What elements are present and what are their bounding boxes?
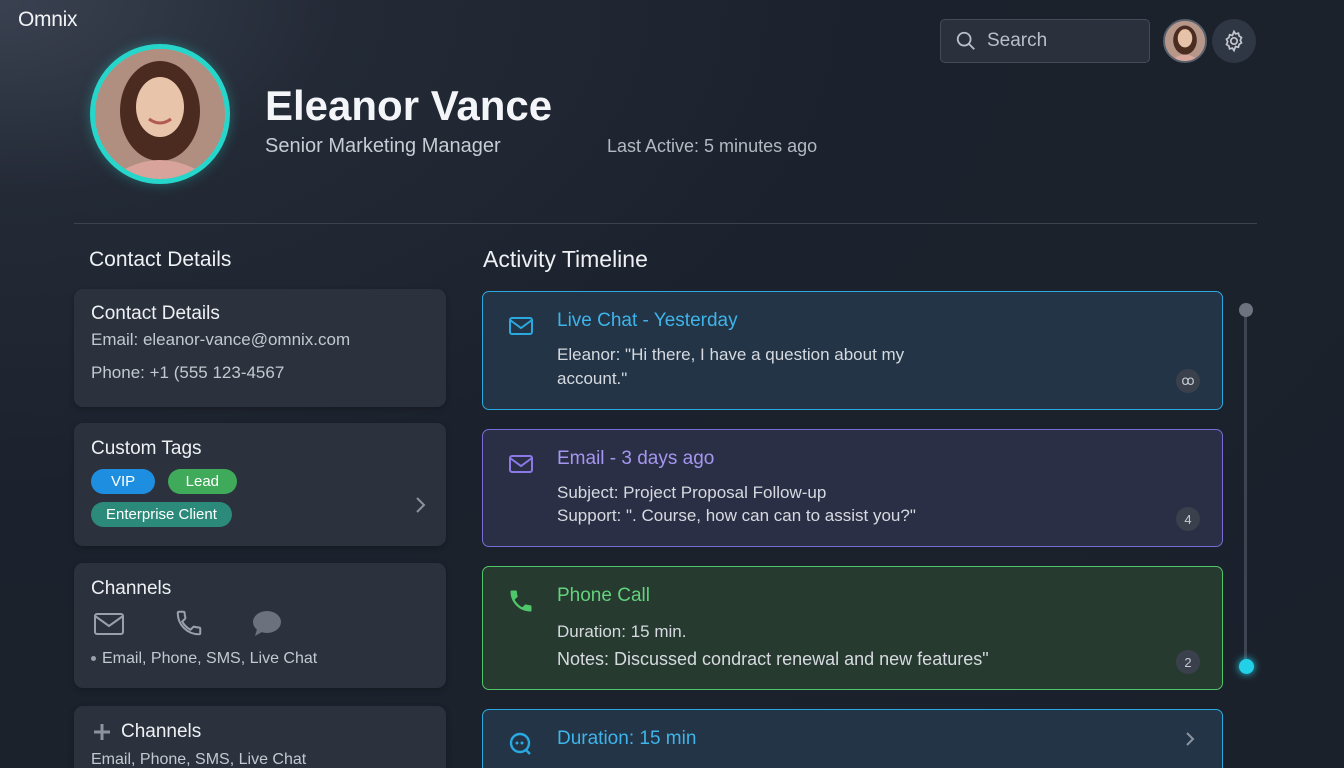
profile-role: Senior Marketing Manager xyxy=(265,135,501,157)
custom-tags-title: Custom Tags xyxy=(91,438,202,459)
avatar-portrait-icon xyxy=(1165,21,1205,61)
profile-portrait-icon xyxy=(95,49,225,179)
gear-icon xyxy=(1225,29,1243,53)
header-divider xyxy=(74,223,1257,224)
plus-icon xyxy=(94,724,110,740)
timeline-item-title: Email - 3 days ago xyxy=(557,448,715,469)
search-input[interactable] xyxy=(987,30,1137,52)
custom-tags-card[interactable]: Custom Tags VIP Lead Enterprise Client xyxy=(74,423,446,546)
timeline-title: Activity Timeline xyxy=(483,246,648,272)
mail-icon xyxy=(509,317,533,335)
profile-name: Eleanor Vance xyxy=(265,82,553,129)
scrollbar-thumb[interactable] xyxy=(1239,659,1254,674)
tag-enterprise-client[interactable]: Enterprise Client xyxy=(91,502,232,527)
timeline-item-text: account." xyxy=(557,369,628,388)
bullet-dot xyxy=(91,656,96,662)
timeline-item-text: Eleanor: "Hi there, I have a question ab… xyxy=(557,345,905,364)
app-logo[interactable]: Omnix xyxy=(18,8,77,32)
contact-phone[interactable]: Phone: +1 (555 123-4567 xyxy=(91,363,429,383)
mail-icon[interactable] xyxy=(93,612,125,636)
scrollbar-top-handle[interactable] xyxy=(1239,303,1253,317)
tag-lead[interactable]: Lead xyxy=(167,469,238,494)
contact-details-card: Contact Details Email: eleanor-vance@omn… xyxy=(74,289,446,407)
channels-card-secondary[interactable]: Channels Email, Phone, SMS, Live Chat xyxy=(74,706,446,768)
channels-card: Channels Email, Phone, SMS, Live Chat xyxy=(74,563,446,688)
search-icon xyxy=(956,31,975,50)
contact-email[interactable]: Email: eleanor-vance@omnix.com xyxy=(91,330,429,350)
chevron-right-icon[interactable] xyxy=(1184,730,1196,748)
timeline-item-text: Duration: 15 min. xyxy=(557,622,687,641)
timeline-item-text: Subject: Project Proposal Follow-up xyxy=(557,483,827,502)
timeline-item-duration[interactable]: Duration: 15 min xyxy=(482,709,1223,768)
settings-button[interactable] xyxy=(1212,19,1256,63)
timeline-item-email[interactable]: Email - 3 days ago Subject: Project Prop… xyxy=(482,429,1223,547)
chat-bubble-icon[interactable] xyxy=(251,610,283,638)
phone-icon xyxy=(510,590,532,612)
profile-photo xyxy=(90,44,230,184)
timeline-item-live-chat[interactable]: Live Chat - Yesterday Eleanor: "Hi there… xyxy=(482,291,1223,410)
timeline-item-phone-call[interactable]: Phone Call Duration: 15 min. Notes: Disc… xyxy=(482,566,1223,690)
last-active-status: Last Active: 5 minutes ago xyxy=(607,136,818,156)
timeline-item-title: Duration: 15 min xyxy=(557,728,697,749)
timeline-item-title: Phone Call xyxy=(557,585,650,606)
channels-secondary-title: Channels xyxy=(121,721,202,742)
count-badge: ꝏ xyxy=(1176,369,1200,393)
channels-title: Channels xyxy=(91,578,172,599)
timeline-item-title: Live Chat - Yesterday xyxy=(557,310,738,331)
count-badge: 4 xyxy=(1176,507,1200,531)
chat-icon xyxy=(509,732,531,755)
channels-summary: Email, Phone, SMS, Live Chat xyxy=(102,650,318,667)
chevron-right-icon[interactable] xyxy=(414,495,428,515)
channels-secondary-summary: Email, Phone, SMS, Live Chat xyxy=(91,751,307,768)
phone-icon[interactable] xyxy=(174,608,204,638)
mail-icon xyxy=(509,455,533,473)
timeline-item-text: Notes: Discussed condract renewal and ne… xyxy=(557,649,989,669)
contact-card-title: Contact Details xyxy=(91,303,220,324)
tag-vip[interactable]: VIP xyxy=(91,469,156,494)
contact-section-title: Contact Details xyxy=(89,248,232,271)
timeline-item-text: Support: ". Course, how can can to assis… xyxy=(557,506,916,525)
timeline-scrollbar-track[interactable] xyxy=(1244,312,1247,670)
count-badge: 2 xyxy=(1176,650,1200,674)
search-box[interactable] xyxy=(940,19,1150,63)
user-avatar[interactable] xyxy=(1163,19,1207,63)
